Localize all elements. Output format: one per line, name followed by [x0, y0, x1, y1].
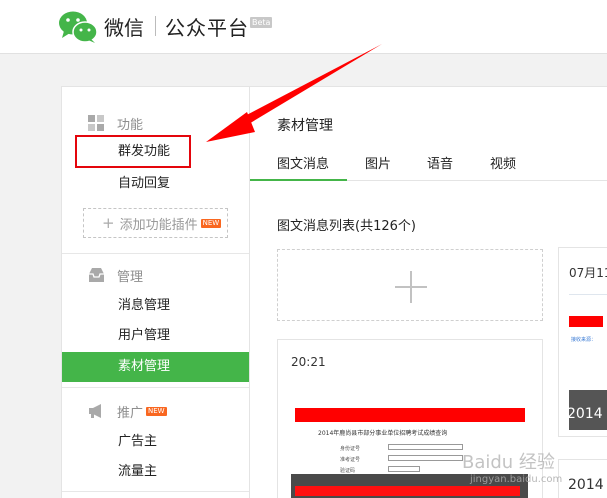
- preview-field-box: [388, 444, 463, 450]
- watermark-url: jingyan.baidu.com: [470, 474, 563, 485]
- sidebar-group-promote: 推广 NEW: [88, 401, 167, 421]
- sidebar-divider: [62, 491, 249, 492]
- sidebar: 功能 群发功能 自动回复 + 添加功能插件 NEW 管理 消息管理 用户管理 素…: [62, 87, 250, 498]
- sidebar-group-label: 管理: [117, 269, 144, 285]
- add-plugin-button[interactable]: + 添加功能插件 NEW: [83, 208, 228, 238]
- sidebar-group-manage: 管理: [88, 265, 143, 285]
- article-cover-year: 2014: [567, 406, 603, 422]
- redacted-caption: [295, 486, 520, 496]
- sidebar-group-label: 功能: [117, 117, 144, 133]
- tab-bar: 图文消息 图片 语音 视频: [250, 145, 607, 181]
- sidebar-item-users[interactable]: 用户管理: [62, 321, 249, 351]
- sidebar-divider: [62, 387, 249, 388]
- preview-field-box: [388, 466, 420, 472]
- platform-name[interactable]: 公众平台: [165, 12, 249, 41]
- sidebar-item-materials[interactable]: 素材管理: [62, 352, 249, 382]
- plus-icon: [410, 271, 412, 303]
- content-area: 素材管理 图文消息 图片 语音 视频 图文消息列表(共126个) 20:21 2…: [250, 87, 607, 498]
- article-time: 07月11: [569, 266, 607, 280]
- add-plugin-label: 添加功能插件: [119, 217, 198, 233]
- article-cover-year: 2014: [568, 477, 604, 493]
- sidebar-item-advertiser[interactable]: 广告主: [62, 427, 249, 457]
- grid-icon: [88, 115, 104, 131]
- article-card[interactable]: 07月11 接收来源： 2014: [558, 247, 607, 437]
- beta-badge: Beta: [250, 17, 273, 28]
- tab-voice[interactable]: 语音: [427, 153, 453, 172]
- new-badge: NEW: [146, 406, 167, 416]
- tab-images[interactable]: 图片: [365, 153, 391, 172]
- card-divider: [569, 294, 607, 295]
- tab-articles[interactable]: 图文消息: [277, 153, 329, 172]
- page-title: 素材管理: [277, 118, 333, 134]
- main-panel: 功能 群发功能 自动回复 + 添加功能插件 NEW 管理 消息管理 用户管理 素…: [61, 86, 607, 498]
- sidebar-item-messages[interactable]: 消息管理: [62, 291, 249, 321]
- sidebar-item-auto-reply[interactable]: 自动回复: [62, 169, 249, 199]
- preview-field-label: 准考证号: [340, 457, 361, 463]
- add-article-button[interactable]: [277, 249, 543, 321]
- inbox-icon: [89, 268, 104, 282]
- article-preview-heading: 2014年鹿尚县市部分事业单位招聘考试成绩查询: [318, 430, 448, 437]
- brand-name[interactable]: 微信: [104, 12, 144, 41]
- article-snippet: 接收来源：: [571, 337, 597, 343]
- article-list-title: 图文消息列表(共126个): [277, 219, 416, 234]
- preview-field-label: 身份证号: [340, 446, 361, 452]
- active-tab-indicator: [250, 179, 347, 181]
- plus-icon: +: [102, 214, 115, 232]
- sidebar-item-traffic-owner[interactable]: 流量主: [62, 457, 249, 487]
- sidebar-divider: [62, 253, 249, 254]
- watermark: Baidu 经验: [462, 452, 555, 473]
- top-header: 微信 公众平台 Beta: [0, 0, 607, 54]
- header-divider: [155, 16, 156, 36]
- annotation-highlight-box: [75, 135, 191, 168]
- article-time: 20:21: [291, 355, 326, 369]
- tab-video[interactable]: 视频: [490, 153, 516, 172]
- sidebar-group-label: 推广: [117, 405, 144, 421]
- redacted-title: [569, 316, 603, 327]
- preview-field-box: [388, 455, 463, 461]
- sidebar-group-features: 功能: [88, 113, 143, 133]
- preview-field-label: 验证码: [340, 468, 356, 474]
- megaphone-icon: [89, 404, 101, 418]
- redacted-title: [295, 408, 525, 422]
- new-badge: NEW: [200, 218, 222, 228]
- wechat-logo-icon[interactable]: [58, 10, 98, 44]
